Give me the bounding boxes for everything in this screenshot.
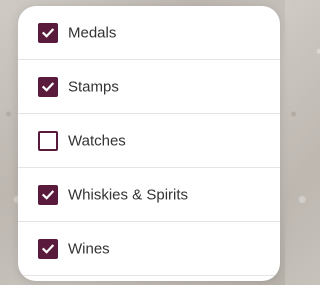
- checkmark-icon: [41, 81, 55, 92]
- filter-option-watches[interactable]: Watches: [18, 114, 280, 168]
- filter-option-label: Medals: [68, 24, 117, 41]
- checkbox[interactable]: [38, 130, 58, 151]
- filter-option-stamps[interactable]: Stamps: [18, 60, 280, 114]
- checkmark-icon: [41, 27, 55, 38]
- category-filter-list: Medals Stamps Watches Whiskies & Spirits…: [18, 6, 280, 276]
- checkbox[interactable]: [38, 238, 58, 259]
- filter-option-label: Wines: [68, 240, 110, 257]
- checkbox[interactable]: [38, 22, 58, 43]
- filter-panel: Medals Stamps Watches Whiskies & Spirits…: [18, 6, 280, 281]
- filter-option-wines[interactable]: Wines: [18, 222, 280, 276]
- filter-option-whiskies-spirits[interactable]: Whiskies & Spirits: [18, 168, 280, 222]
- checkbox[interactable]: [38, 184, 58, 205]
- filter-option-label: Watches: [68, 132, 126, 149]
- checkmark-icon: [41, 189, 55, 200]
- checkbox[interactable]: [38, 76, 58, 97]
- checkmark-icon: [41, 243, 55, 254]
- filter-option-label: Stamps: [68, 78, 119, 95]
- filter-option-label: Whiskies & Spirits: [68, 186, 189, 203]
- filter-option-medals[interactable]: Medals: [18, 6, 280, 60]
